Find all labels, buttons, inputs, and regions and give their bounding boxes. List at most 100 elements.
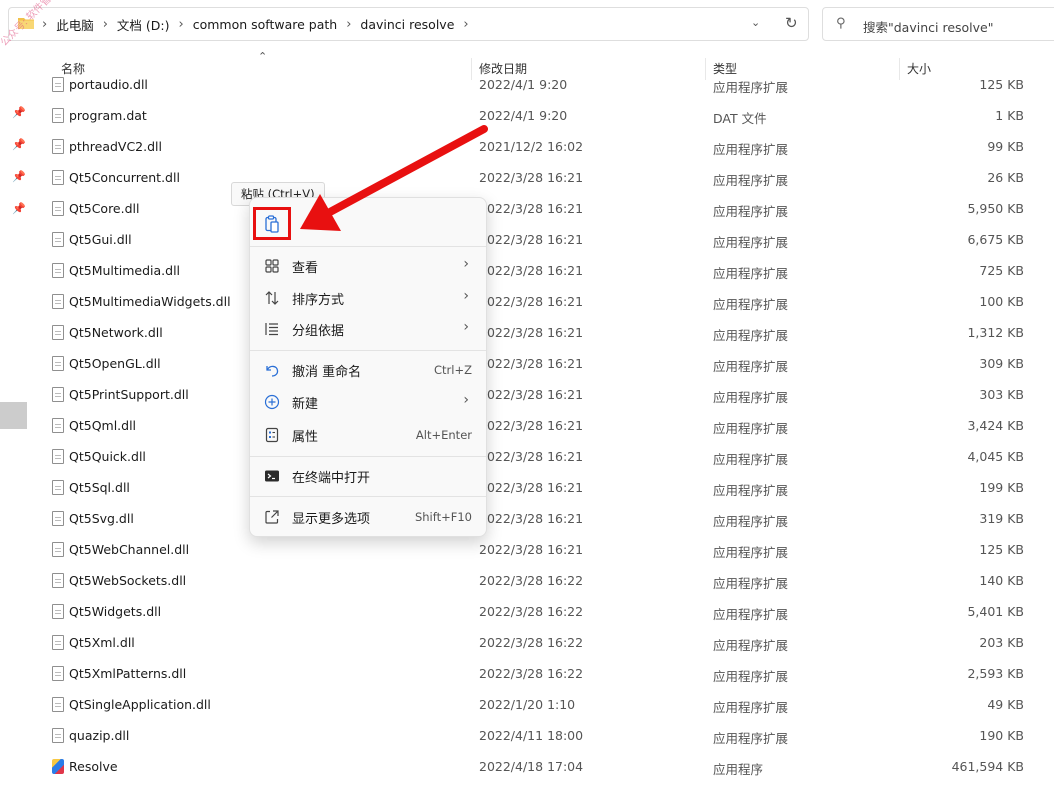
file-icon: [52, 139, 64, 154]
file-row[interactable]: QtSingleApplication.dll 2022/1/20 1:10 应用程…: [0, 690, 1054, 721]
file-row[interactable]: Qt5Xml.dll 2022/3/28 16:22 应用程序扩展 203 KB: [0, 628, 1054, 659]
menu-item-view[interactable]: 查看 ›: [250, 252, 486, 280]
file-icon: [52, 697, 64, 712]
file-icon: [52, 294, 64, 309]
file-row[interactable]: Qt5Sql.dll 2022/3/28 16:21 应用程序扩展 199 KB: [0, 473, 1054, 504]
file-row[interactable]: Qt5Network.dll 2022/3/28 16:21 应用程序扩展 1,312…: [0, 318, 1054, 349]
chevron-right-icon: ›: [463, 319, 469, 335]
menu-item-show-more-options[interactable]: 显示更多选项 Shift+F10: [250, 503, 486, 531]
sort-ascending-icon: ⌃: [258, 50, 268, 63]
file-date: 2022/3/28 16:22: [479, 604, 584, 619]
menu-item-new[interactable]: 新建 ›: [250, 388, 486, 416]
file-name: Resolve: [69, 759, 118, 774]
open-external-icon: [265, 510, 279, 524]
menu-item-group-by[interactable]: 分组依据 ›: [250, 315, 486, 343]
file-type: 应用程序扩展: [713, 452, 789, 467]
file-name: Qt5OpenGL.dll: [69, 356, 161, 371]
file-row[interactable]: Qt5Multimedia.dll 2022/3/28 16:21 应用程序扩展 72…: [0, 256, 1054, 287]
file-date: 2021/12/2 16:02: [479, 139, 584, 154]
file-size: 5,401 KB: [967, 604, 1024, 619]
file-date: 2022/3/28 16:21: [479, 356, 584, 371]
file-row[interactable]: Qt5OpenGL.dll 2022/3/28 16:21 应用程序扩展 309 KB: [0, 349, 1054, 380]
file-size: 1 KB: [995, 108, 1024, 123]
sort-icon: [265, 291, 279, 305]
file-type: 应用程序扩展: [713, 297, 789, 312]
file-row[interactable]: Qt5Concurrent.dll 2022/3/28 16:21 应用程序扩展 26…: [0, 163, 1054, 194]
file-icon: [52, 170, 64, 185]
address-bar[interactable]: › 此电脑 › 文档 (D:) › common software path ›…: [8, 7, 809, 41]
file-row[interactable]: Qt5WebSockets.dll 2022/3/28 16:22 应用程序扩展 14…: [0, 566, 1054, 597]
file-icon: [52, 201, 64, 216]
file-row[interactable]: Qt5MultimediaWidgets.dll 2022/3/28 16:21 应…: [0, 287, 1054, 318]
file-name: Qt5XmlPatterns.dll: [69, 666, 187, 681]
file-row[interactable]: Qt5WebChannel.dll 2022/3/28 16:21 应用程序扩展 12…: [0, 535, 1054, 566]
file-name: portaudio.dll: [69, 77, 148, 92]
file-size: 100 KB: [979, 294, 1024, 309]
menu-shortcut: Shift+F10: [414, 510, 472, 524]
search-input[interactable]: 搜索"davinci resolve": [863, 17, 993, 36]
file-row[interactable]: Qt5PrintSupport.dll 2022/3/28 16:21 应用程序扩展…: [0, 380, 1054, 411]
file-row[interactable]: pthreadVC2.dll 2021/12/2 16:02 应用程序扩展 99 KB: [0, 132, 1054, 163]
file-date: 2022/3/28 16:22: [479, 635, 584, 650]
file-icon: [52, 356, 64, 371]
file-date: 2022/3/28 16:22: [479, 573, 584, 588]
file-row[interactable]: Qt5Widgets.dll 2022/3/28 16:22 应用程序扩展 5,401…: [0, 597, 1054, 628]
file-type: 应用程序扩展: [713, 204, 789, 219]
file-size: 303 KB: [979, 387, 1024, 402]
file-icon: [52, 108, 64, 123]
file-icon: [52, 480, 64, 495]
breadcrumb-davinci-resolve[interactable]: davinci resolve: [360, 17, 454, 32]
file-size: 26 KB: [987, 170, 1024, 185]
file-type: 应用程序扩展: [713, 390, 789, 405]
file-row[interactable]: quazip.dll 2022/4/11 18:00 应用程序扩展 190 KB: [0, 721, 1054, 752]
breadcrumb-common-software-path[interactable]: common software path: [193, 17, 338, 32]
menu-item-properties[interactable]: 属性 Alt+Enter: [250, 421, 486, 449]
file-size: 725 KB: [979, 263, 1024, 278]
menu-item-sort[interactable]: 排序方式 ›: [250, 284, 486, 312]
chevron-right-icon: ›: [463, 288, 469, 304]
terminal-icon: [265, 470, 279, 482]
file-icon: [52, 573, 64, 588]
file-name: Qt5Multimedia.dll: [69, 263, 181, 278]
breadcrumb-this-pc[interactable]: 此电脑: [56, 15, 94, 34]
file-type: 应用程序扩展: [713, 173, 789, 188]
file-type: 应用程序扩展: [713, 545, 789, 560]
history-dropdown-icon[interactable]: ⌄: [751, 16, 760, 29]
file-icon: [52, 232, 64, 247]
menu-item-label: 属性: [292, 430, 319, 445]
menu-item-undo[interactable]: 撤消 重命名 Ctrl+Z: [250, 356, 486, 384]
file-date: 2022/3/28 16:22: [479, 666, 584, 681]
search-box[interactable]: ⚲ 搜索"davinci resolve": [822, 7, 1054, 41]
file-date: 2022/3/28 16:21: [479, 170, 584, 185]
file-name: Qt5WebChannel.dll: [69, 542, 190, 557]
file-type: 应用程序扩展: [713, 266, 789, 281]
file-icon: [52, 728, 64, 743]
file-icon: [52, 666, 64, 681]
breadcrumb-documents-d[interactable]: 文档 (D:): [117, 15, 170, 34]
menu-divider: [250, 496, 486, 497]
file-size: 461,594 KB: [951, 759, 1024, 774]
file-date: 2022/3/28 16:21: [479, 387, 584, 402]
refresh-icon[interactable]: ↻: [785, 14, 798, 32]
file-row[interactable]: Qt5Core.dll 2022/3/28 16:21 应用程序扩展 5,950 KB: [0, 194, 1054, 225]
menu-item-label: 查看: [292, 261, 319, 276]
paste-highlight-box: [253, 207, 291, 240]
file-row[interactable]: program.dat 2022/4/1 9:20 DAT 文件 1 KB: [0, 101, 1054, 132]
file-row[interactable]: Qt5Gui.dll 2022/3/28 16:21 应用程序扩展 6,675 KB: [0, 225, 1054, 256]
add-circle-icon: [264, 394, 280, 410]
file-date: 2022/3/28 16:21: [479, 294, 584, 309]
file-size: 4,045 KB: [967, 449, 1024, 464]
file-row[interactable]: Qt5Qml.dll 2022/3/28 16:21 应用程序扩展 3,424 KB: [0, 411, 1054, 442]
file-name: Qt5Concurrent.dll: [69, 170, 180, 185]
file-row[interactable]: Qt5Svg.dll 2022/3/28 16:21 应用程序扩展 319 KB: [0, 504, 1054, 535]
file-date: 2022/3/28 16:21: [479, 511, 584, 526]
file-date: 2022/3/28 16:21: [479, 201, 584, 216]
file-row[interactable]: Resolve 2022/4/18 17:04 应用程序 461,594 KB: [0, 752, 1054, 783]
file-row[interactable]: Qt5XmlPatterns.dll 2022/3/28 16:22 应用程序扩展 2…: [0, 659, 1054, 690]
file-size: 190 KB: [979, 728, 1024, 743]
file-size: 125 KB: [979, 542, 1024, 557]
file-row[interactable]: Qt5Quick.dll 2022/3/28 16:21 应用程序扩展 4,045 K…: [0, 442, 1054, 473]
menu-item-open-in-terminal[interactable]: 在终端中打开: [250, 462, 486, 490]
file-row[interactable]: portaudio.dll 2022/4/1 9:20 应用程序扩展 125 KB: [0, 70, 1054, 101]
file-date: 2022/3/28 16:21: [479, 542, 584, 557]
